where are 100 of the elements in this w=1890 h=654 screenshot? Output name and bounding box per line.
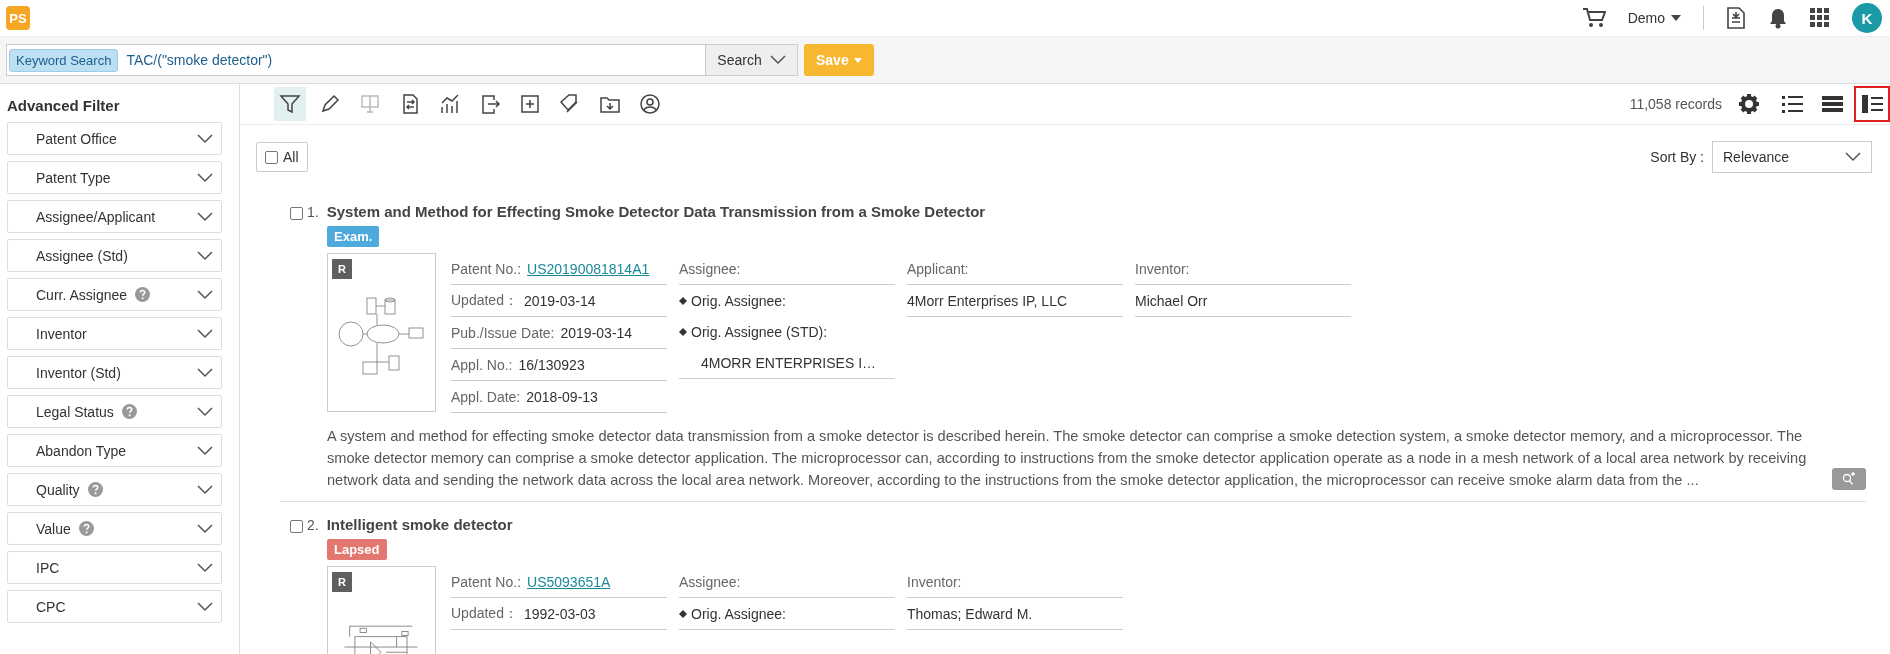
field-value: 1992-03-03 — [523, 605, 596, 622]
detail-view-button[interactable] — [1854, 86, 1890, 122]
diamond-icon — [679, 609, 687, 618]
patent-number-link[interactable]: US20190081814A1 — [527, 260, 650, 277]
chevron-down-icon — [197, 172, 213, 183]
assignee-role: Orig. Assignee (STD): — [691, 323, 828, 340]
result-number: 1. — [307, 204, 319, 220]
chevron-down-icon — [197, 367, 213, 378]
record-count: 11,058 records — [1629, 96, 1722, 112]
chevron-down-icon — [197, 211, 213, 222]
filter-dropdown[interactable]: Abandon Type — [7, 434, 222, 467]
filter-dropdown[interactable]: Quality — [7, 473, 222, 506]
help-icon[interactable] — [121, 404, 137, 419]
help-icon[interactable] — [87, 482, 103, 497]
filter-dropdown[interactable]: Curr. Assignee — [7, 278, 222, 311]
chevron-down-icon — [197, 328, 213, 339]
chevron-down-icon — [197, 562, 213, 573]
field-label: Patent No.: — [451, 260, 522, 277]
cart-icon[interactable] — [1581, 7, 1606, 29]
caret-icon — [1671, 15, 1681, 21]
search-field[interactable]: Keyword Search TAC/("smoke detector") — [6, 44, 706, 76]
field-label: Patent No.: — [451, 573, 522, 590]
image-badge: R — [332, 259, 352, 279]
image-badge: R — [332, 572, 352, 592]
result-number: 2. — [307, 517, 319, 533]
field-value: 2018-09-13 — [526, 388, 598, 405]
result-checkbox[interactable] — [290, 520, 303, 533]
settings-icon[interactable] — [1738, 93, 1760, 115]
filter-dropdown[interactable]: Assignee (Std) — [7, 239, 222, 272]
patent-number-link[interactable]: US5093651A — [527, 573, 611, 590]
field-label: Appl. No.: — [451, 356, 513, 373]
filter-dropdown[interactable]: Patent Office — [7, 122, 222, 155]
field-label: Appl. Date: — [451, 388, 521, 405]
filter-dropdown[interactable]: Patent Type — [7, 161, 222, 194]
sparkle-search-icon — [1841, 471, 1857, 487]
abstract-text: A system and method for effecting smoke detector data transmission from a smoke detector is described herein. The smoke detector can comprise a smoke detection system, a smoke detector memory, and a microprocessor. The smoke detector memory can comprise a smoke detector application. The microprocessor can, according to instructions from the smoke detector application operate as a node in a mesh network of a local area network by receiving network data and sending the network data across the local area network. Moreover, according to the instructions from the smoke detector application, the microprocessor can receive smoke alarm data from the ... — [327, 427, 1808, 490]
export-icon — [479, 93, 501, 115]
filter-dropdown[interactable]: Legal Status — [7, 395, 222, 428]
field-label: Pub./Issue Date: — [451, 324, 555, 341]
field-value: 2019-03-14 — [523, 292, 596, 309]
bell-icon[interactable] — [1768, 7, 1788, 29]
diamond-icon — [679, 296, 687, 305]
monitor-icon — [359, 93, 381, 115]
filter-dropdown[interactable]: Assignee/Applicant — [7, 200, 222, 233]
chevron-down-icon — [1845, 152, 1861, 162]
filter-tool[interactable] — [274, 87, 306, 121]
column-heading: Assignee: — [679, 572, 742, 592]
search-type-tag: Keyword Search — [9, 48, 119, 72]
chevron-down-icon — [197, 250, 213, 261]
column-heading: Inventor: — [907, 572, 963, 592]
sort-dropdown[interactable]: Relevance — [1712, 141, 1872, 173]
pen-icon — [319, 93, 341, 115]
select-all-checkbox[interactable]: All — [256, 142, 308, 172]
filter-dropdown[interactable]: Inventor (Std) — [7, 356, 222, 389]
field-value: 16/130923 — [518, 356, 585, 373]
result-title[interactable]: System and Method for Effecting Smoke Detector Data Transmission from a Smoke Detector — [326, 203, 986, 220]
column-heading: Assignee: — [679, 259, 742, 279]
field-label: Updated： — [451, 604, 518, 623]
ai-summary-button[interactable] — [1832, 468, 1866, 490]
chevron-down-icon — [197, 601, 213, 612]
chevron-down-icon — [769, 55, 786, 65]
party-name: Michael Orr — [1135, 291, 1209, 311]
status-tag: Lapsed — [327, 539, 387, 560]
field-label: Updated： — [451, 291, 518, 310]
diamond-icon — [679, 327, 687, 336]
chevron-down-icon — [197, 445, 213, 456]
help-icon[interactable] — [135, 287, 151, 302]
filter-dropdown[interactable]: Value — [7, 512, 222, 545]
chevron-down-icon — [197, 523, 213, 534]
chevron-down-icon — [197, 289, 213, 300]
document-icon[interactable] — [1726, 6, 1746, 30]
assignee-name: 4MORR ENTERPRISES I… — [700, 353, 878, 373]
result-title[interactable]: Intelligent smoke detector — [326, 516, 513, 533]
help-icon[interactable] — [78, 521, 94, 536]
chevron-down-icon — [197, 406, 213, 417]
filter-dropdown[interactable]: CPC — [7, 590, 222, 623]
caret-icon — [853, 57, 862, 63]
patent-image[interactable]: R — [327, 253, 436, 412]
sidebar-title: Advanced Filter — [7, 97, 121, 114]
list-view-icon — [1780, 93, 1804, 115]
chevron-down-icon — [197, 484, 213, 495]
user-menu[interactable]: Demo — [1627, 10, 1681, 26]
filter-dropdown[interactable]: IPC — [7, 551, 222, 584]
sort-label: Sort By : — [1650, 149, 1704, 165]
column-heading: Applicant: — [907, 259, 970, 279]
result-checkbox[interactable] — [290, 207, 303, 220]
filter-dropdown[interactable]: Inventor — [7, 317, 222, 350]
search-button[interactable]: Search — [706, 44, 798, 76]
filter-icon — [279, 93, 301, 115]
status-tag: Exam. — [327, 226, 380, 247]
search-query: TAC/("smoke detector") — [126, 52, 273, 68]
add-icon — [519, 93, 541, 115]
patent-image[interactable]: R — [327, 566, 436, 654]
field-value: 2019-03-14 — [560, 324, 633, 341]
assignee-role: Orig. Assignee: — [691, 605, 786, 622]
apps-grid-icon[interactable] — [1810, 8, 1830, 28]
chevron-down-icon — [197, 133, 213, 144]
column-heading: Inventor: — [1135, 259, 1191, 279]
rows-view-icon — [1820, 93, 1844, 115]
tag-icon — [559, 93, 581, 115]
